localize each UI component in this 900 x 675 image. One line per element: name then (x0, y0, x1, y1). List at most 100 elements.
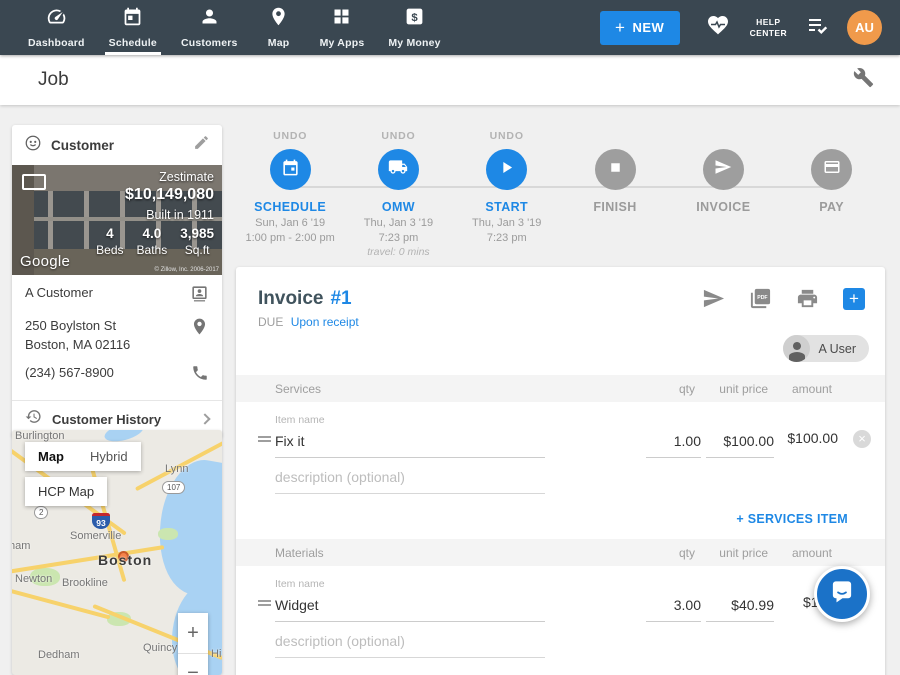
material-unit-price-input[interactable]: $40.99 (706, 590, 774, 622)
due-value-link[interactable]: Upon receipt (291, 315, 359, 329)
undo-schedule-button[interactable]: UNDO (236, 130, 344, 143)
map-label-boston: Boston (98, 552, 152, 568)
map-widget[interactable]: Burlington Lynn 107 2 93 Somerville ham … (12, 430, 222, 675)
google-logo: Google (20, 253, 70, 270)
services-section-title: Services (275, 382, 625, 396)
undo-omw-button[interactable]: UNDO (344, 130, 452, 143)
nav-item-map[interactable]: Map (250, 0, 308, 55)
step-label: SCHEDULE (236, 200, 344, 214)
nav-item-customers[interactable]: Customers (169, 0, 250, 55)
material-item-row: Item name Widget 3.00 $40.99 $122. (236, 578, 885, 622)
checklist-icon[interactable] (805, 13, 829, 42)
invoice-card: Invoice #1 PDF + DUE Upon receipt A User… (236, 267, 885, 675)
invoice-step-button[interactable] (703, 149, 744, 190)
assignee-chip[interactable]: A User (783, 335, 869, 362)
play-icon (497, 158, 516, 182)
grid-icon (331, 6, 352, 32)
map-label-lynn: Lynn (165, 463, 188, 475)
chat-bubble-button[interactable] (814, 566, 870, 622)
nav-item-dashboard[interactable]: Dashboard (16, 0, 97, 55)
materials-header-row: Materials qty unit price amount (236, 539, 885, 566)
nav-label: Map (268, 37, 290, 49)
map-button[interactable]: Map (25, 442, 77, 471)
hcp-map-button[interactable]: HCP Map (25, 477, 107, 506)
stat-value: 4 (96, 226, 123, 241)
customer-name: A Customer (25, 284, 93, 303)
help-center-button[interactable]: HELP CENTER (750, 17, 787, 38)
undo-start-button[interactable]: UNDO (453, 130, 561, 143)
zillow-attribution: © Zillow, Inc. 2006-2017 (155, 267, 219, 273)
hybrid-button[interactable]: Hybrid (77, 442, 141, 471)
location-pin-icon[interactable] (190, 317, 209, 341)
zestimate-value: $10,149,080 (125, 186, 214, 204)
nav-label: My Money (388, 37, 440, 49)
schedule-step-button[interactable] (270, 149, 311, 190)
zoom-in-button[interactable]: + (178, 613, 208, 653)
unit-price-column-header: unit price (695, 546, 768, 560)
workflow-step-schedule: UNDO SCHEDULE Sun, Jan 6 '19 1:00 pm - 2… (236, 130, 344, 258)
material-description-input[interactable]: description (optional) (275, 626, 545, 658)
step-date: Thu, Jan 3 '19 (344, 217, 452, 229)
nav-item-my-apps[interactable]: My Apps (308, 0, 377, 55)
new-button[interactable]: + NEW (600, 11, 680, 45)
customer-phone-row: (234) 567-8900 (12, 355, 222, 400)
workflow-step-finish: FINISH (561, 130, 669, 258)
help-line2: CENTER (750, 28, 787, 39)
street-view-frame-icon[interactable] (22, 174, 46, 190)
phone-icon[interactable] (191, 364, 209, 387)
service-item-name-input[interactable]: Fix it (275, 426, 545, 458)
zoom-out-button[interactable]: − (178, 653, 208, 675)
map-label-brookline: Brookline (62, 577, 108, 589)
nav-label: My Apps (320, 37, 365, 49)
map-road (12, 585, 110, 620)
nav-item-my-money[interactable]: $ My Money (376, 0, 452, 55)
heart-pulse-icon[interactable] (706, 13, 730, 42)
customer-card-header: Customer (12, 125, 222, 165)
add-services-item-link[interactable]: + SERVICES ITEM (236, 512, 885, 526)
route-107-shield: 107 (162, 481, 185, 494)
drag-handle-icon[interactable] (258, 598, 275, 608)
print-icon[interactable] (796, 287, 819, 310)
svg-text:PDF: PDF (757, 295, 767, 301)
qty-column-header: qty (625, 382, 695, 396)
add-invoice-button[interactable]: + (843, 288, 865, 310)
service-amount: $100.00 (774, 430, 838, 446)
step-label: FINISH (561, 200, 669, 214)
nav-right: + NEW HELP CENTER AU (600, 0, 900, 55)
finish-step-button[interactable] (595, 149, 636, 190)
history-icon (25, 408, 42, 430)
help-line1: HELP (750, 17, 787, 28)
map-zoom-control: + − (178, 613, 208, 675)
service-qty-input[interactable]: 1.00 (646, 426, 701, 458)
job-workflow: UNDO SCHEDULE Sun, Jan 6 '19 1:00 pm - 2… (236, 130, 886, 262)
user-avatar[interactable]: AU (847, 10, 882, 45)
job-tools-icon[interactable] (853, 67, 874, 93)
step-time: 1:00 pm - 2:00 pm (236, 232, 344, 244)
start-step-button[interactable] (486, 149, 527, 190)
customer-history-label: Customer History (52, 412, 161, 427)
service-description-input[interactable]: description (optional) (275, 462, 545, 494)
step-label: START (453, 200, 561, 214)
dashboard-icon (46, 6, 67, 32)
drag-handle-icon[interactable] (258, 434, 275, 444)
address-line2: Boston, MA 02116 (25, 336, 130, 355)
due-label: DUE (258, 315, 283, 329)
street-view-photo[interactable]: Zestimate $10,149,080 Built in 1911 4 Be… (12, 165, 222, 275)
omw-step-button[interactable] (378, 149, 419, 190)
service-unit-price-input[interactable]: $100.00 (706, 426, 774, 458)
contact-card-icon[interactable] (190, 284, 209, 308)
edit-pencil-icon[interactable] (193, 134, 210, 156)
map-label-dedham: Dedham (38, 649, 80, 661)
calendar-icon (281, 158, 300, 182)
step-label: PAY (777, 200, 885, 214)
nav-item-schedule[interactable]: Schedule (97, 0, 169, 55)
credit-card-icon[interactable] (811, 149, 852, 190)
invoice-number[interactable]: #1 (330, 288, 351, 310)
material-qty-input[interactable]: 3.00 (646, 590, 701, 622)
remove-item-icon[interactable]: × (853, 430, 871, 448)
material-item-name-input[interactable]: Widget (275, 590, 545, 622)
stat-sqft: 3,985 Sq.ft (180, 226, 214, 257)
pdf-icon[interactable]: PDF (749, 287, 772, 310)
send-invoice-icon[interactable] (702, 287, 725, 310)
new-button-label: NEW (632, 20, 664, 35)
